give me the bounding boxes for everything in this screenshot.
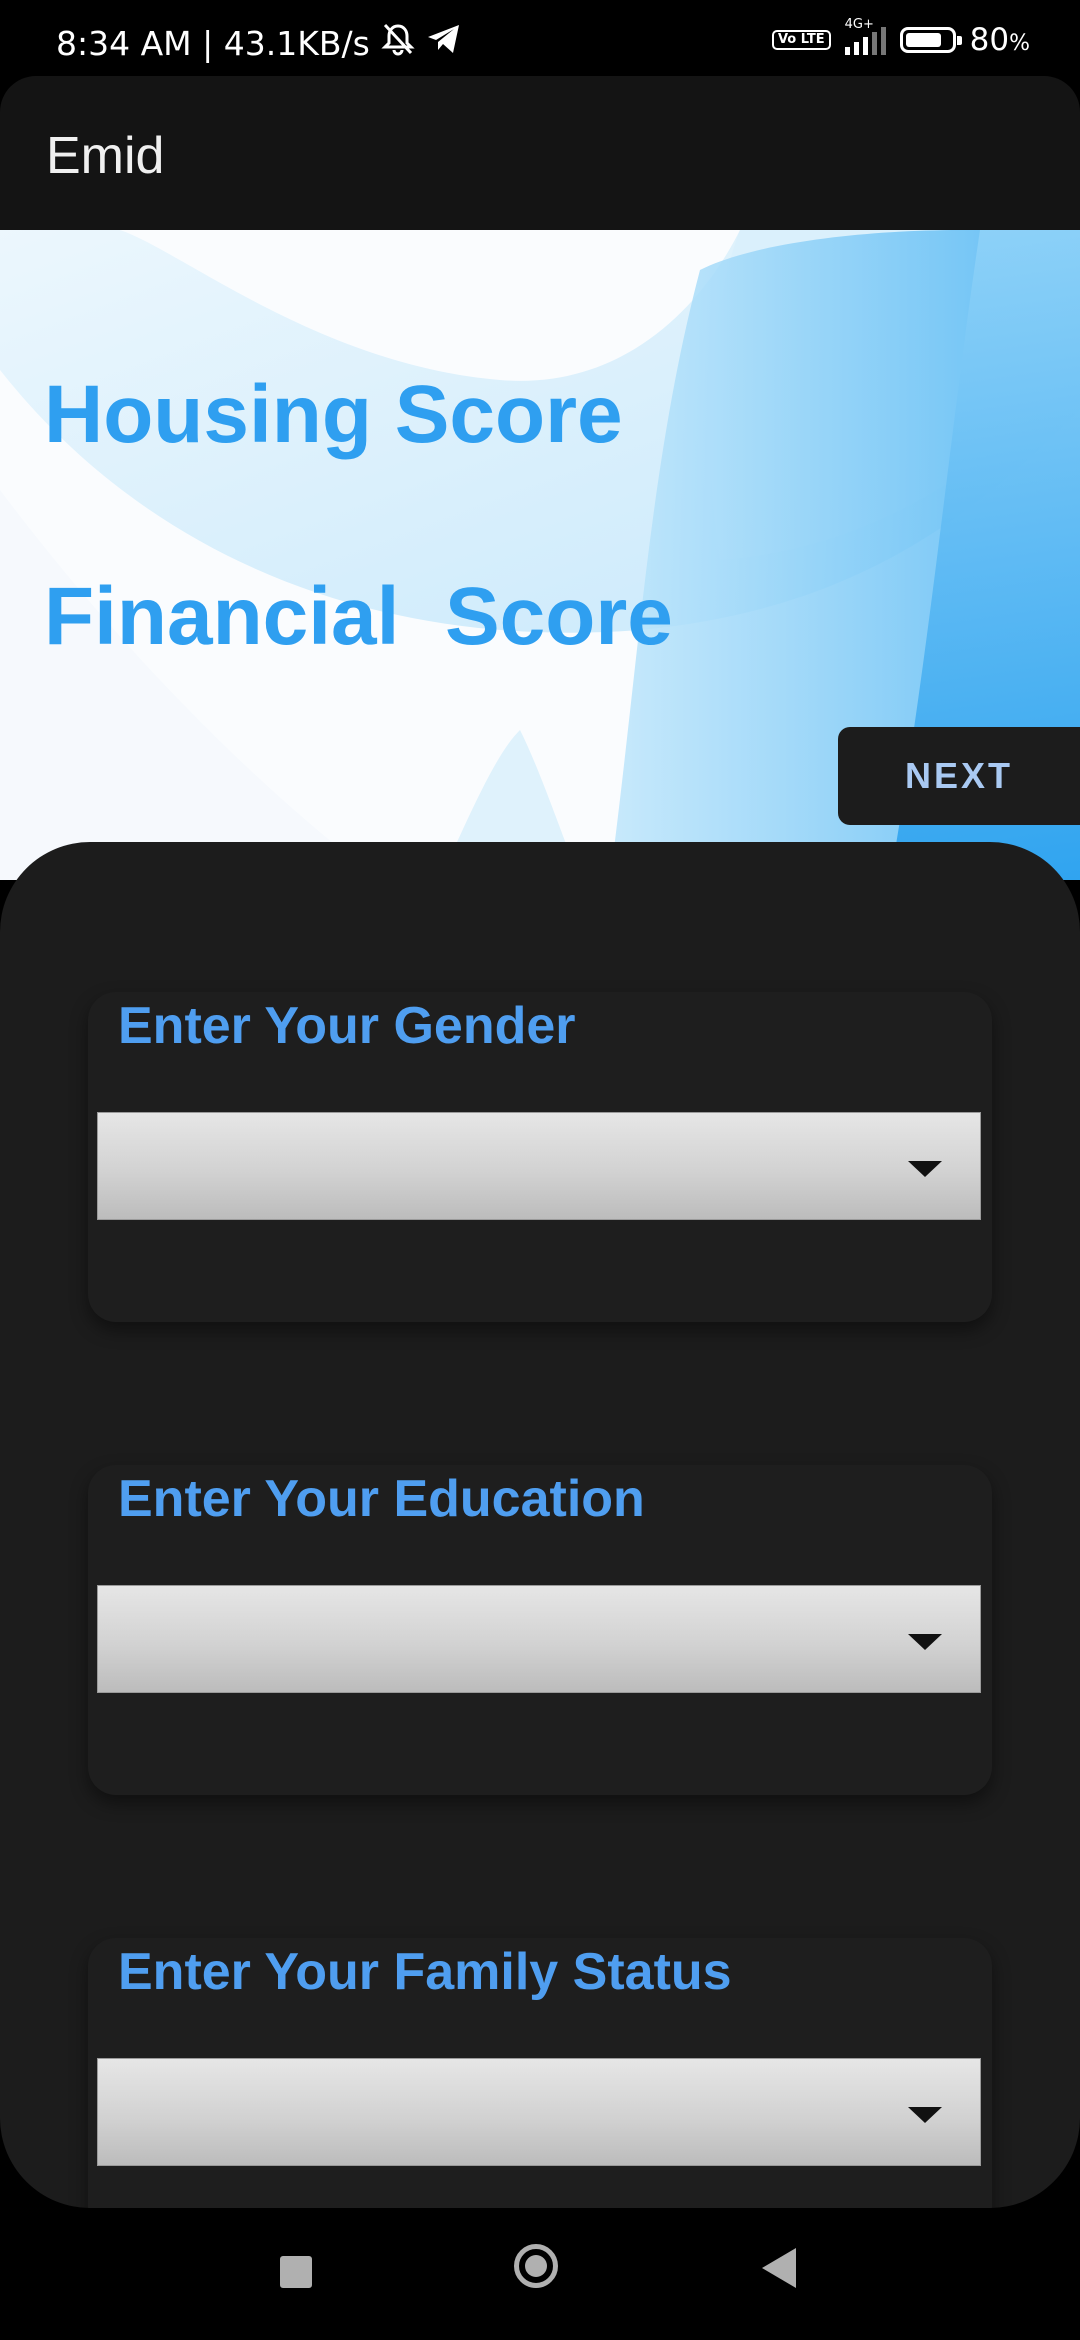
hero-banner: Housing Score Financial Score NEXT: [0, 230, 1080, 880]
caret-down-icon: [908, 1634, 942, 1650]
family-status-dropdown[interactable]: [97, 2058, 981, 2166]
family-status-label: Enter Your Family Status: [118, 1943, 732, 2001]
navigation-bar: [0, 2208, 1080, 2340]
status-bar: 8:34 AM | 43.1KB/s Vo LTE 4G+ 80%: [0, 0, 1080, 76]
network-type: 4G+: [844, 17, 874, 32]
status-time-speed: 8:34 AM | 43.1KB/s: [56, 23, 370, 63]
signal-icon: 4G+: [844, 17, 886, 55]
financial-score-title: Financial Score: [44, 571, 673, 662]
battery-percent: 80: [969, 22, 1010, 58]
caret-down-icon: [908, 2107, 942, 2123]
next-button[interactable]: NEXT: [838, 727, 1080, 825]
app-bar: Emid: [0, 76, 1080, 230]
app-title: Emid: [46, 127, 165, 185]
bell-muted-icon: [380, 22, 416, 64]
housing-score-title: Housing Score: [44, 369, 623, 460]
telegram-icon: [426, 23, 462, 63]
caret-down-icon: [908, 1161, 942, 1177]
education-card: Enter Your Education: [88, 1465, 992, 1795]
battery-text: 80%: [970, 22, 1030, 58]
family-status-card: Enter Your Family Status: [88, 1938, 992, 2208]
gender-label: Enter Your Gender: [118, 997, 576, 1055]
back-icon[interactable]: [762, 2248, 796, 2288]
status-right: Vo LTE 4G+ 80%: [771, 17, 1030, 58]
battery-unit: %: [1009, 31, 1030, 56]
battery-icon: [899, 27, 962, 53]
gender-dropdown[interactable]: [97, 1112, 981, 1220]
form-panel: Enter Your Gender Enter Your Education E…: [0, 842, 1080, 2208]
status-left: 8:34 AM | 43.1KB/s: [56, 22, 462, 64]
recents-icon[interactable]: [280, 2256, 312, 2288]
volte-icon: Vo LTE: [771, 30, 831, 50]
education-label: Enter Your Education: [118, 1470, 645, 1528]
battery-fill: [905, 33, 941, 47]
education-dropdown[interactable]: [97, 1585, 981, 1693]
gender-card: Enter Your Gender: [88, 992, 992, 1322]
home-icon[interactable]: [514, 2244, 558, 2288]
